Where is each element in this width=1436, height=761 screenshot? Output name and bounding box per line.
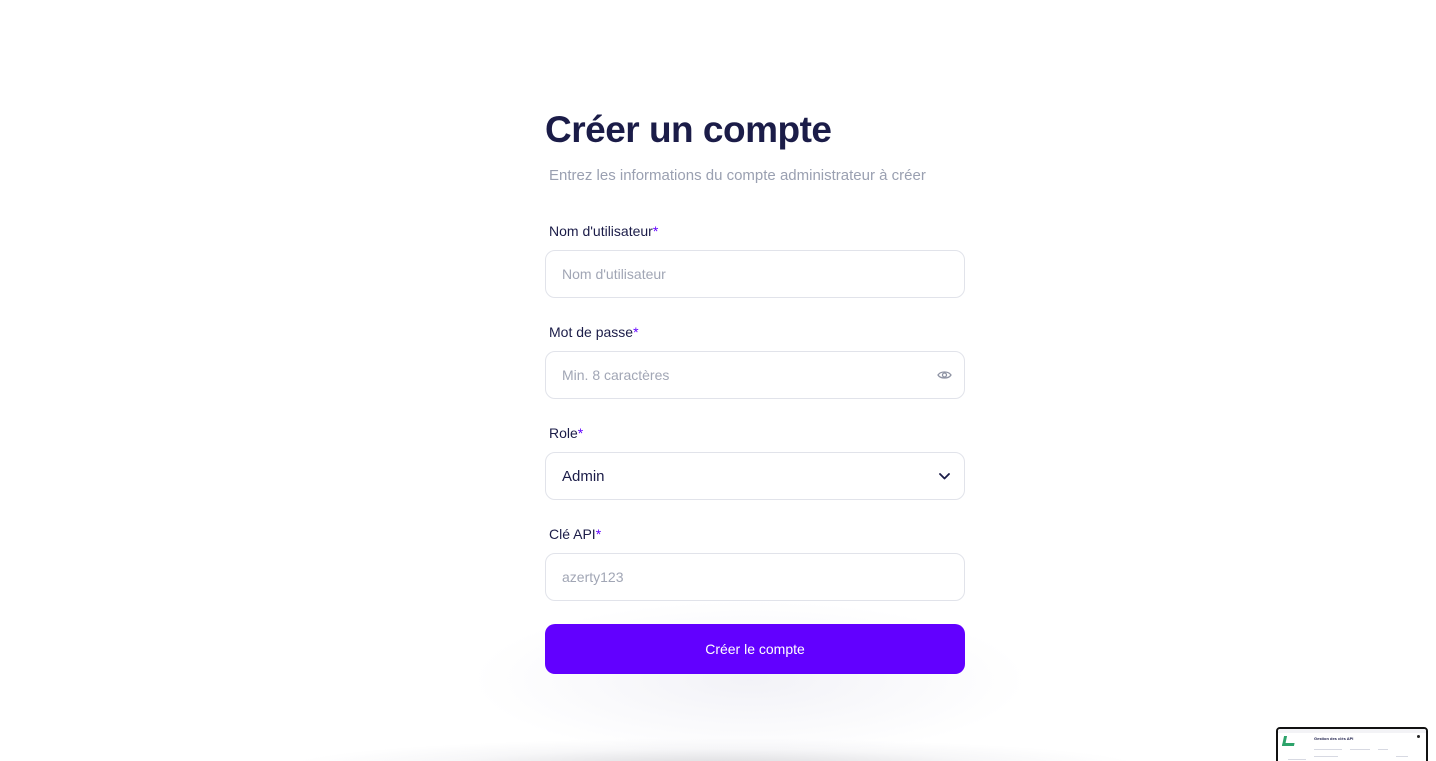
required-mark: * (577, 425, 584, 441)
password-placeholder: Min. 8 caractères (562, 367, 670, 383)
api-key-input[interactable]: azerty123 (545, 553, 965, 601)
required-mark: * (652, 223, 659, 239)
app-preview-thumbnail[interactable]: Gestion des clés API (1276, 727, 1428, 761)
required-mark: * (633, 324, 639, 340)
thumbnail-dot (1417, 735, 1420, 738)
username-placeholder: Nom d'utilisateur (562, 266, 666, 282)
required-mark: * (595, 526, 602, 542)
role-label: Role* (549, 425, 584, 441)
create-account-button[interactable]: Créer le compte (545, 624, 965, 674)
thumbnail-line (1314, 756, 1338, 757)
thumbnail-line (1350, 749, 1370, 750)
api-key-field-group: Clé API* azerty123 (545, 525, 965, 601)
password-input[interactable]: Min. 8 caractères (545, 351, 965, 399)
chevron-down-icon (936, 468, 952, 484)
api-key-label: Clé API* (549, 526, 602, 542)
page-title: Créer un compte (545, 109, 832, 150)
thumbnail-line (1378, 749, 1388, 750)
role-selected-value: Admin (562, 467, 605, 485)
thumbnail-line (1314, 749, 1342, 750)
create-account-page: Créer un compte Entrez les informations … (0, 0, 1436, 761)
eye-icon[interactable] (936, 367, 952, 383)
password-field-group: Mot de passe* Min. 8 caractères (545, 323, 965, 399)
thumbnail-title: Gestion des clés API (1314, 736, 1354, 741)
api-key-placeholder: azerty123 (562, 569, 624, 585)
thumbnail-topbar (1278, 729, 1426, 733)
page-subtitle: Entrez les informations du compte admini… (549, 167, 926, 184)
password-label: Mot de passe* (549, 324, 639, 340)
username-field-group: Nom d'utilisateur* Nom d'utilisateur (545, 222, 965, 298)
username-label: Nom d'utilisateur* (549, 223, 659, 239)
username-input[interactable]: Nom d'utilisateur (545, 250, 965, 298)
role-select[interactable]: Admin (545, 452, 965, 500)
thumbnail-line (1396, 756, 1408, 757)
create-account-form: Créer un compte Entrez les informations … (545, 108, 965, 674)
logo-icon (1281, 736, 1297, 746)
role-field-group: Role* Admin (545, 424, 965, 500)
thumbnail-line (1288, 759, 1306, 760)
